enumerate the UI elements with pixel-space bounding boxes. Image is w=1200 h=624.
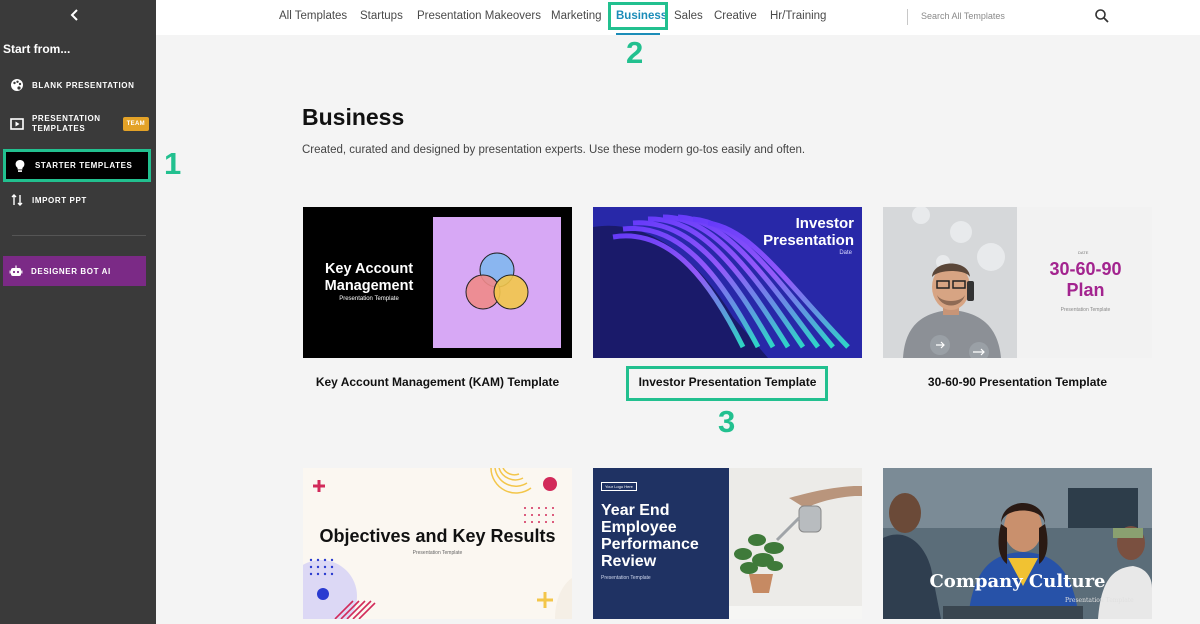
thumb-title: Objectives and Key Results xyxy=(319,526,556,546)
investor-label-highlight xyxy=(626,366,828,401)
annotation-1: 1 xyxy=(164,146,182,181)
thumb-date: DATE xyxy=(1078,250,1089,255)
template-card-year-end-review[interactable]: Your Logo Here Year End Employee Perform… xyxy=(593,468,862,619)
template-label[interactable]: Key Account Management (KAM) Template xyxy=(303,375,572,389)
thumb-purple-panel xyxy=(433,217,561,348)
sidebar-item-label: DESIGNER BOT AI xyxy=(31,266,111,276)
thumb-logo-placeholder: Your Logo Here xyxy=(601,482,637,491)
back-chevron-icon[interactable] xyxy=(66,6,84,24)
thumb-subtitle: Presentation Template xyxy=(412,550,463,556)
thumb-title-line-1: Investor xyxy=(795,215,854,232)
business-tab-highlight xyxy=(608,2,668,30)
template-card-company-culture[interactable]: Company Culture Presentation Template xyxy=(883,468,1152,619)
template-thumbnail[interactable]: Your Logo Here Year End Employee Perform… xyxy=(593,468,862,619)
palette-icon xyxy=(10,78,24,92)
template-thumbnail[interactable]: Key Account Management Presentation Temp… xyxy=(303,207,572,358)
sidebar-item-starter-templates[interactable]: STARTER TEMPLATES xyxy=(3,149,151,182)
sidebar-item-designer-bot-ai[interactable]: DESIGNER BOT AI xyxy=(3,256,146,286)
thumb-title: 30-60-90 Plan xyxy=(1023,259,1148,301)
thumb-title-line-2: Plan xyxy=(1066,280,1105,300)
top-nav: All Templates Startups Presentation Make… xyxy=(156,0,1200,35)
search-input[interactable]: Search All Templates xyxy=(921,11,1005,21)
template-card-30-60-90[interactable]: DATE 30-60-90 Plan Presentation Template… xyxy=(883,207,1152,397)
search-icon[interactable] xyxy=(1094,8,1110,24)
tab-marketing[interactable]: Marketing xyxy=(551,10,602,22)
thumb-subtitle: Presentation Template xyxy=(601,575,651,581)
tab-all-templates[interactable]: All Templates xyxy=(279,10,347,22)
template-thumbnail[interactable]: DATE 30-60-90 Plan Presentation Template xyxy=(883,207,1152,358)
man-on-phone-photo xyxy=(883,207,1017,358)
label-line-2: TEMPLATES xyxy=(32,124,86,133)
page-description: Created, curated and designed by present… xyxy=(302,144,806,156)
thumb-title-line-1: 30-60-90 xyxy=(1049,259,1122,279)
thumb-title: Company Culture xyxy=(929,571,1106,592)
import-arrows-icon xyxy=(10,193,24,207)
sidebar-item-import-ppt[interactable]: IMPORT PPT xyxy=(0,192,156,208)
start-from-heading: Start from... xyxy=(3,42,71,56)
lightbulb-icon xyxy=(13,159,27,173)
thumb-photo-panel xyxy=(729,468,862,619)
sidebar-item-presentation-templates[interactable]: PRESENTATION TEMPLATES TEAM xyxy=(0,112,156,136)
tab-creative[interactable]: Creative xyxy=(714,10,757,22)
sidebar: Start from... BLANK PRESENTATION PRESENT… xyxy=(0,0,156,624)
venn-diagram-icon xyxy=(465,252,529,310)
nav-separator xyxy=(907,9,908,25)
thumb-subtitle: Presentation Template xyxy=(1065,597,1134,604)
sidebar-item-label: PRESENTATION TEMPLATES xyxy=(32,114,101,134)
page-title: Business xyxy=(302,104,405,130)
template-card-okr[interactable]: Objectives and Key Results Presentation … xyxy=(303,468,572,619)
thumb-title: Investor Presentation xyxy=(763,215,854,249)
thumb-date: Date xyxy=(839,250,852,256)
tab-presentation-makeovers[interactable]: Presentation Makeovers xyxy=(417,10,541,22)
sidebar-item-label: BLANK PRESENTATION xyxy=(32,80,135,90)
thumb-title: Year End Employee Performance Review xyxy=(601,502,699,570)
label-line-1: PRESENTATION xyxy=(32,114,101,123)
play-slides-icon xyxy=(10,117,24,131)
sidebar-item-label: STARTER TEMPLATES xyxy=(35,161,133,170)
bot-icon xyxy=(9,264,23,278)
thumb-subtitle: Presentation Template xyxy=(1060,307,1111,313)
sidebar-item-blank-presentation[interactable]: BLANK PRESENTATION xyxy=(0,77,156,93)
tab-startups[interactable]: Startups xyxy=(360,10,403,22)
annotation-3: 3 xyxy=(718,404,736,439)
thumb-title-line-2: Presentation xyxy=(763,232,854,249)
sidebar-item-label: IMPORT PPT xyxy=(32,195,87,205)
template-thumbnail[interactable]: Objectives and Key Results Presentation … xyxy=(303,468,572,619)
template-thumbnail[interactable]: Investor Presentation Date xyxy=(593,207,862,358)
team-badge: TEAM xyxy=(122,117,149,131)
thumb-subtitle: Presentation Template xyxy=(339,296,399,302)
thumb-title: Key Account Management xyxy=(324,261,414,294)
sidebar-divider xyxy=(12,235,146,236)
tab-sales[interactable]: Sales xyxy=(674,10,703,22)
template-thumbnail[interactable]: Company Culture Presentation Template xyxy=(883,468,1152,619)
tab-hr-training[interactable]: Hr/Training xyxy=(770,10,826,22)
template-card-kam[interactable]: Key Account Management Presentation Temp… xyxy=(303,207,572,397)
annotation-2: 2 xyxy=(626,35,644,70)
thumb-photo-panel xyxy=(883,207,1017,358)
template-label[interactable]: 30-60-90 Presentation Template xyxy=(883,375,1152,389)
watering-plant-photo xyxy=(729,468,862,619)
